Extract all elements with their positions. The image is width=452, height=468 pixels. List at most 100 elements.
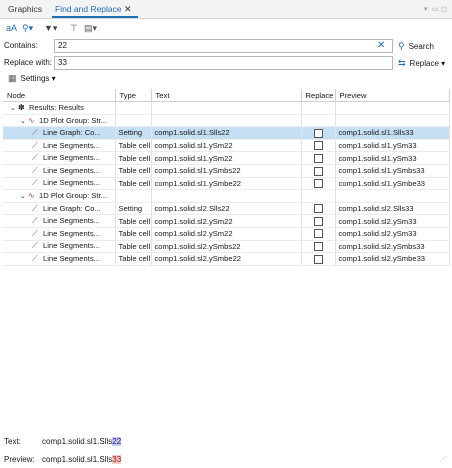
search-button-label: Search — [408, 42, 434, 51]
tree-icon[interactable]: ⊤ — [70, 21, 78, 35]
replace-checkbox[interactable] — [313, 242, 323, 252]
expand-chevron-icon[interactable]: ⌄ — [20, 117, 28, 125]
table-row[interactable]: ⟋ Line Segments... Table cell comp1.solid.s… — [3, 139, 450, 153]
settings-button[interactable]: ▦ Settings ▾ — [8, 72, 56, 85]
text-cell: comp1.solid.sl2.ySm22 — [151, 227, 302, 241]
replace-cell — [301, 151, 336, 165]
node-cell[interactable]: ⌄ ∿ 1D Plot Group: Str... — [3, 189, 116, 203]
dropdown-icon[interactable]: ▾ — [424, 5, 428, 13]
replace-cell — [301, 240, 336, 254]
type-cell: Table cell — [115, 139, 152, 153]
node-cell[interactable]: ⌄ ∿ 1D Plot Group: Str... — [3, 114, 116, 128]
match-case-button[interactable]: aA — [6, 21, 17, 35]
type-cell — [115, 189, 152, 203]
text-cell: comp1.solid.sl1.ySmbs22 — [151, 164, 302, 178]
node-cell[interactable]: ⟋ Line Graph: Co... — [3, 202, 116, 216]
footer-preview-value: comp1.solid.sl1.Slls33 — [42, 455, 122, 464]
node-label: 1D Plot Group: Str... — [39, 115, 107, 125]
replace-checkbox[interactable] — [313, 179, 323, 189]
replace-checkbox[interactable] — [313, 128, 323, 138]
column-header-text[interactable]: Text — [151, 89, 302, 102]
replace-checkbox[interactable] — [313, 166, 323, 176]
table-row[interactable]: ⟋ Line Segments... Table cell comp1.solid.s… — [3, 214, 450, 228]
table-row[interactable]: ⌄ ∿ 1D Plot Group: Str... — [3, 114, 450, 128]
search-icon: ⚲ — [398, 41, 405, 51]
table-row[interactable]: ⟋ Line Segments... Table cell comp1.solid.s… — [3, 240, 450, 254]
line-graph-icon: ⟋ — [32, 153, 38, 163]
node-label: Line Segments... — [43, 153, 100, 163]
resize-grip-icon[interactable]: ⋰ — [440, 455, 447, 463]
table-row[interactable]: ⟋ Line Graph: Co... Setting comp1.solid.sl2… — [3, 202, 450, 216]
table-row[interactable]: ⌄ ∿ 1D Plot Group: Str... — [3, 189, 450, 203]
replace-checkbox[interactable] — [313, 229, 323, 239]
replace-cell — [301, 126, 336, 140]
expand-chevron-icon[interactable]: ⌄ — [20, 192, 28, 200]
preview-cell: comp1.solid.sl2.ySmbs33 — [335, 240, 450, 254]
type-cell: Setting — [115, 126, 152, 140]
node-label: Line Segments... — [43, 241, 100, 251]
column-header-node[interactable]: Node — [3, 89, 116, 102]
replace-cell — [301, 164, 336, 178]
table-row[interactable]: ⟋ Line Segments... Table cell comp1.solid.s… — [3, 164, 450, 178]
line-graph-icon: ⟋ — [32, 253, 38, 263]
minimize-icon[interactable]: ▭ — [432, 5, 439, 13]
text-cell: comp1.solid.sl1.Slls22 — [151, 126, 302, 140]
replace-icon: ⇆ — [398, 58, 406, 68]
search-options-icon[interactable]: ⚲▾ — [22, 21, 33, 35]
replace-checkbox[interactable] — [313, 216, 323, 226]
preview-cell — [335, 114, 450, 128]
column-header-preview[interactable]: Preview — [335, 89, 450, 102]
footer-text-value: comp1.solid.sl1.Slls22 — [42, 437, 122, 446]
replace-checkbox[interactable] — [313, 141, 323, 151]
replace-checkbox[interactable] — [313, 204, 323, 214]
contains-label: Contains: — [4, 41, 38, 50]
search-button[interactable]: ⚲ Search — [398, 40, 434, 53]
replace-button[interactable]: ⇆ Replace ▾ — [398, 57, 445, 70]
node-cell[interactable]: ⟋ Line Segments... — [3, 240, 116, 254]
clear-icon[interactable]: ✕ — [377, 40, 385, 52]
node-label: Line Segments... — [43, 228, 100, 238]
type-cell: Table cell — [115, 164, 152, 178]
table-row[interactable]: ⟋ Line Graph: Co... Setting comp1.solid.sl1… — [3, 126, 450, 140]
node-cell[interactable]: ⟋ Line Segments... — [3, 227, 116, 241]
node-label: Line Segments... — [43, 178, 100, 188]
maximize-icon[interactable]: ◻ — [441, 5, 447, 13]
tab-graphics[interactable]: Graphics — [8, 0, 42, 18]
column-header-replace[interactable]: Replace — [301, 89, 336, 102]
node-cell[interactable]: ⟋ Line Segments... — [3, 139, 116, 153]
text-cell: comp1.solid.sl2.ySmbe22 — [151, 252, 302, 266]
table-row[interactable]: ⟋ Line Segments... Table cell comp1.solid.s… — [3, 177, 450, 191]
view-options-icon[interactable]: ▤▾ — [84, 21, 97, 35]
table-row[interactable]: ⟋ Line Segments... Table cell comp1.solid.s… — [3, 252, 450, 266]
type-cell: Table cell — [115, 151, 152, 165]
replace-with-input[interactable]: 33 — [54, 56, 393, 70]
table-header: Node Type Text Replace Preview — [3, 89, 450, 102]
node-cell[interactable]: ⟋ Line Segments... — [3, 177, 116, 191]
table-row[interactable]: ⌄ ✽ Results: Results — [3, 101, 450, 115]
plot-group-icon: ∿ — [28, 191, 35, 201]
node-cell[interactable]: ⟋ Line Segments... — [3, 214, 116, 228]
node-cell[interactable]: ⟋ Line Graph: Co... — [3, 126, 116, 140]
preview-cell: comp1.solid.sl2.ySmbe33 — [335, 252, 450, 266]
footer-text-prefix: comp1.solid.sl1.Slls — [42, 437, 113, 446]
replace-cell — [301, 252, 336, 266]
expand-chevron-icon[interactable]: ⌄ — [10, 104, 18, 112]
column-header-type[interactable]: Type — [115, 89, 152, 102]
filter-icon[interactable]: ▼▾ — [44, 21, 57, 35]
close-tab-icon[interactable]: ✕ — [124, 0, 132, 18]
replace-cell — [301, 189, 336, 203]
node-cell[interactable]: ⟋ Line Segments... — [3, 151, 116, 165]
node-cell[interactable]: ⟋ Line Segments... — [3, 164, 116, 178]
table-row[interactable]: ⟋ Line Segments... Table cell comp1.solid.s… — [3, 227, 450, 241]
contains-input[interactable]: 22 — [54, 39, 393, 53]
replace-checkbox[interactable] — [313, 153, 323, 163]
table-row[interactable]: ⟋ Line Segments... Table cell comp1.solid.s… — [3, 151, 450, 165]
preview-cell: comp1.solid.sl1.ySmbe33 — [335, 177, 450, 191]
text-cell: comp1.solid.sl2.Slls22 — [151, 202, 302, 216]
replace-checkbox[interactable] — [313, 254, 323, 264]
footer-preview-match: 33 — [112, 455, 122, 464]
preview-cell: comp1.solid.sl2.ySm33 — [335, 227, 450, 241]
node-cell[interactable]: ⌄ ✽ Results: Results — [3, 101, 116, 115]
type-cell — [115, 101, 152, 115]
node-cell[interactable]: ⟋ Line Segments... — [3, 252, 116, 266]
